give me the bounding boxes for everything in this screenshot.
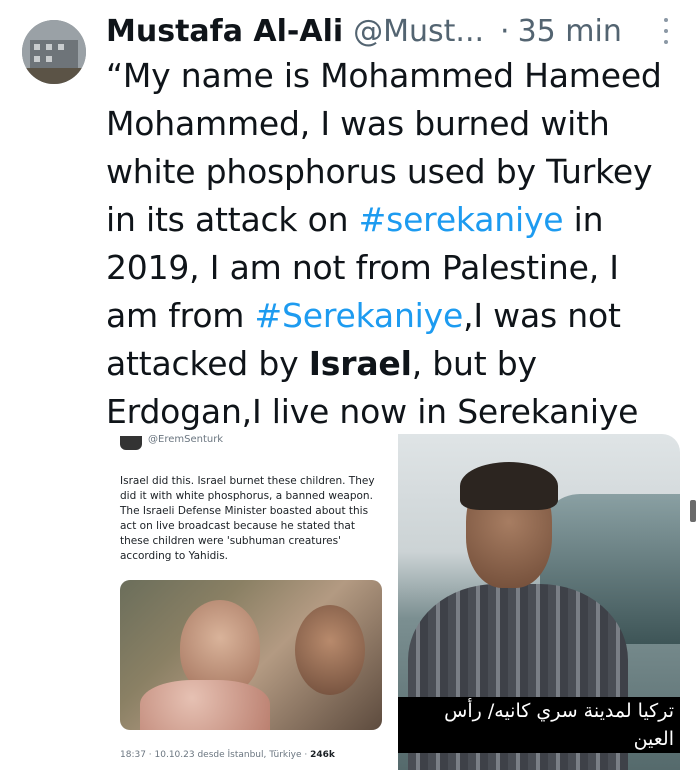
- embedded-photo: [120, 580, 382, 730]
- tweet-text: “My name is Mohammed Hameed Mohammed, I …: [106, 52, 681, 484]
- bold-word: Israel: [308, 344, 412, 383]
- embedded-meta-text: 18:37 · 10.10.23 desde İstanbul, Türkiye…: [120, 750, 311, 760]
- photo-body: [140, 680, 270, 730]
- embedded-handle: @EremSenturk: [148, 434, 224, 445]
- embedded-avatar: [120, 436, 142, 450]
- media-image-screenshot[interactable]: @EremSenturk Israel did this. Israel bur…: [106, 434, 394, 770]
- embedded-meta: 18:37 · 10.10.23 desde İstanbul, Türkiye…: [120, 750, 335, 760]
- scrollbar-thumb[interactable]: [690, 500, 696, 522]
- avatar[interactable]: [22, 20, 86, 84]
- display-name[interactable]: Mustafa Al-Ali: [106, 14, 343, 49]
- separator-dot: ·: [500, 13, 510, 49]
- media-image-video[interactable]: تركيا لمدينة سري كانيه/ رأس العين: [398, 434, 680, 770]
- media-grid: @EremSenturk Israel did this. Israel bur…: [106, 434, 680, 770]
- timestamp[interactable]: 35 min: [518, 14, 622, 49]
- more-vertical-icon[interactable]: [662, 18, 670, 44]
- caption-text: تركيا لمدينة سري كانيه/ رأس العين: [398, 697, 680, 753]
- video-caption: تركيا لمدينة سري كانيه/ رأس العين: [398, 697, 680, 753]
- tweet-header: Mustafa Al-Ali @Must... · 35 min: [106, 8, 660, 54]
- user-handle[interactable]: @Must...: [353, 14, 484, 49]
- avatar-image: [22, 20, 86, 84]
- hashtag-link[interactable]: #serekaniye: [359, 200, 564, 239]
- photo-man: [295, 605, 365, 695]
- photo-hair: [460, 462, 558, 510]
- embedded-views: 246k: [310, 750, 335, 760]
- hashtag-link[interactable]: #Serekaniye: [255, 296, 464, 335]
- embedded-tweet-text: Israel did this. Israel burnet these chi…: [120, 475, 375, 562]
